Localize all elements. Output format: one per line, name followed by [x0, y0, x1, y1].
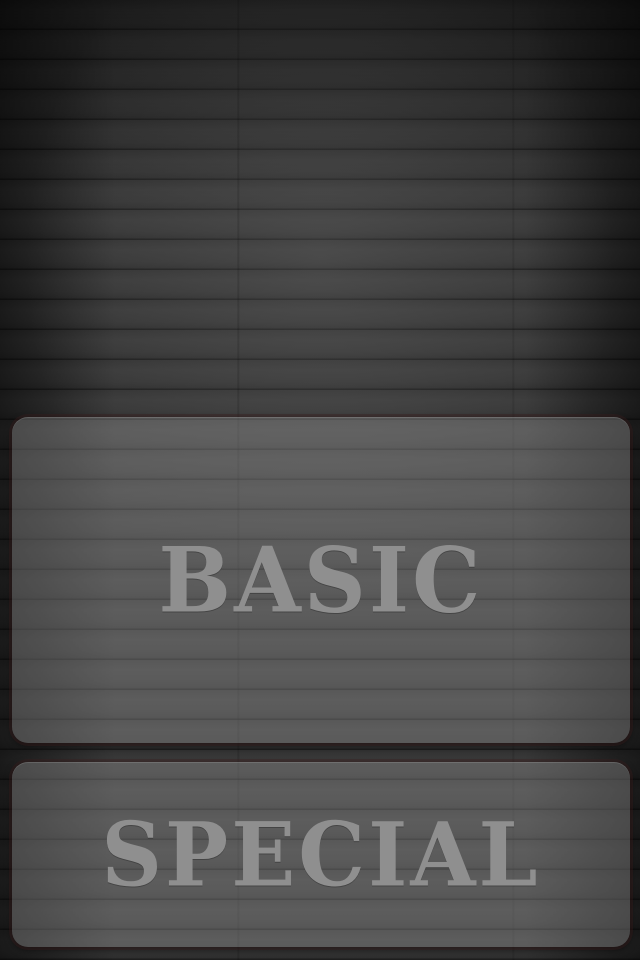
special-mode-label: SPECIAL: [101, 802, 541, 907]
special-mode-button[interactable]: SPECIAL: [12, 762, 630, 947]
main-menu-screen: BASIC SPECIAL: [0, 0, 640, 960]
basic-mode-label: BASIC: [158, 526, 484, 634]
basic-mode-button[interactable]: BASIC: [12, 417, 630, 743]
